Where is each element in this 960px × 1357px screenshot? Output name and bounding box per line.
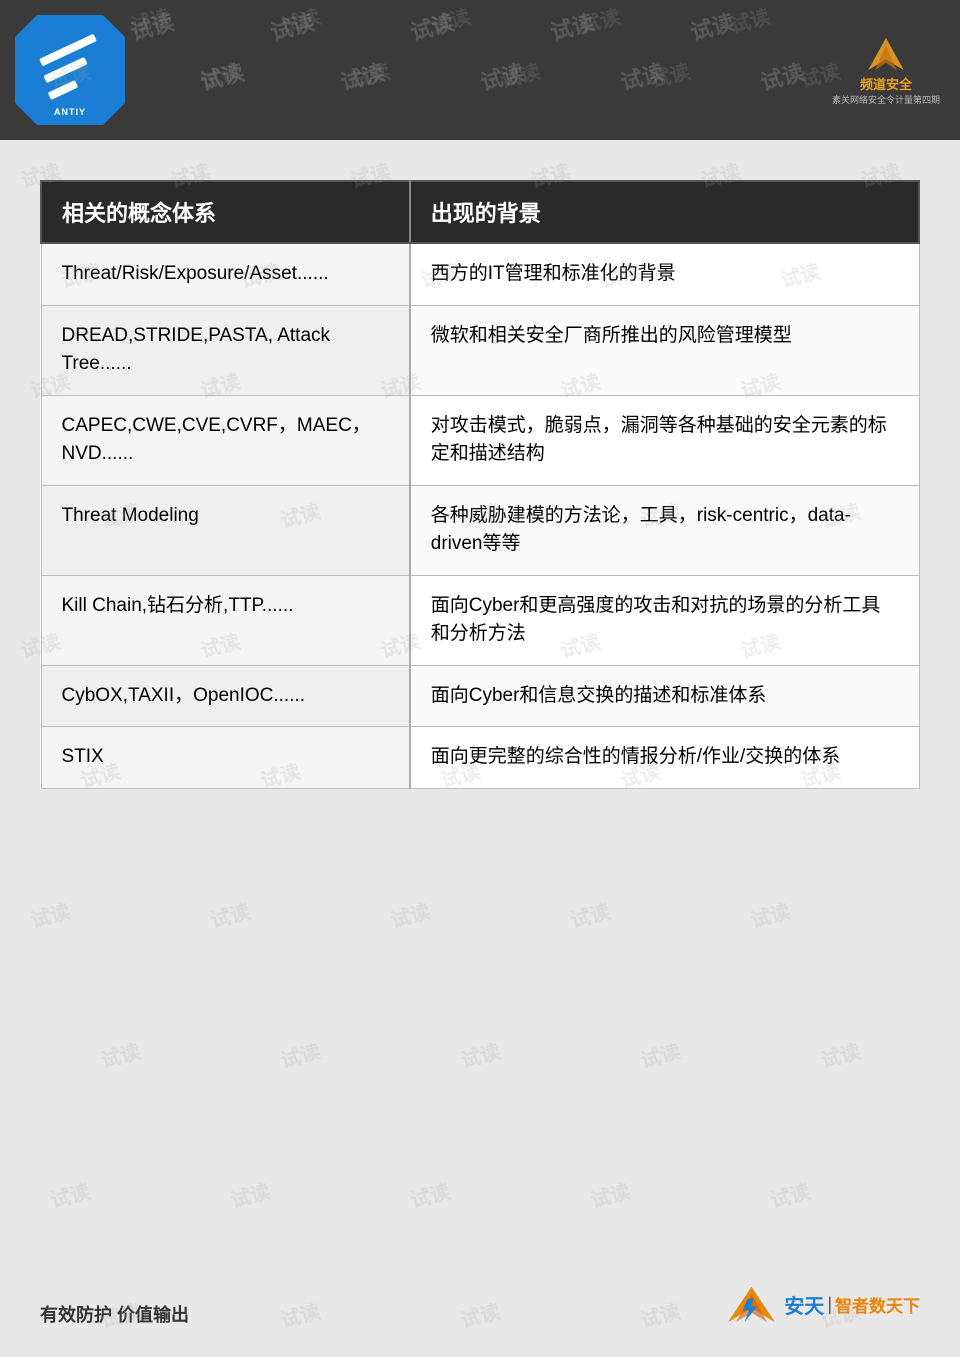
watermark-46: 试读 — [747, 895, 793, 933]
logo-graphic — [38, 38, 103, 103]
table-header-row: 相关的概念体系 出现的背景 — [41, 181, 919, 243]
footer-bird-icon — [724, 1282, 779, 1327]
logo-line-1 — [39, 33, 97, 66]
table-row: Kill Chain,钻石分析,TTP......面向Cyber和更高强度的攻击… — [41, 575, 919, 665]
watermark-42: 试读 — [27, 895, 73, 933]
footer-logo-box — [724, 1282, 779, 1327]
wm-h4: 试读 — [547, 5, 598, 47]
watermark-47: 试读 — [97, 1035, 143, 1073]
header-watermarks: 试读 试读 试读 试读 试读 试读 试读 试读 试读 试读 试读 — [0, 0, 960, 140]
main-content: 相关的概念体系 出现的背景 Threat/Risk/Exposure/Asset… — [0, 140, 960, 819]
wm-h11: 试读 — [757, 55, 808, 97]
concept-table: 相关的概念体系 出现的背景 Threat/Risk/Exposure/Asset… — [40, 180, 920, 789]
footer-slogan: 智者数天下 — [835, 1292, 920, 1317]
table-body: Threat/Risk/Exposure/Asset......西方的IT管理和… — [41, 243, 919, 788]
watermark-43: 试读 — [207, 895, 253, 933]
watermark-53: 试读 — [227, 1175, 273, 1213]
table-cell-right-2: 对攻击模式，脆弱点，漏洞等各种基础的安全元素的标定和描述结构 — [410, 395, 919, 485]
watermark-51: 试读 — [817, 1035, 863, 1073]
watermark-45: 试读 — [567, 895, 613, 933]
wm-h2: 试读 — [267, 5, 318, 47]
wm-h7: 试读 — [197, 55, 248, 97]
table-row: CybOX,TAXII，OpenIOC......面向Cyber和信息交换的描述… — [41, 665, 919, 727]
footer-brand-group: 安天 | 智者数天下 — [784, 1290, 920, 1319]
table-cell-left-6: STIX — [41, 727, 410, 789]
watermark-50: 试读 — [637, 1035, 683, 1073]
table-cell-left-2: CAPEC,CWE,CVE,CVRF，MAEC，NVD...... — [41, 395, 410, 485]
footer: 有效防护 价值输出 安天 | 智者数天下 — [40, 1282, 920, 1327]
col2-header: 出现的背景 — [410, 181, 919, 243]
wm-h3: 试读 — [407, 5, 458, 47]
table-row: Threat Modeling各种威胁建模的方法论，工具，risk-centri… — [41, 485, 919, 575]
table-cell-left-0: Threat/Risk/Exposure/Asset...... — [41, 243, 410, 305]
watermark-49: 试读 — [457, 1035, 503, 1073]
table-cell-right-5: 面向Cyber和信息交换的描述和标准体系 — [410, 665, 919, 727]
table-row: DREAD,STRIDE,PASTA, Attack Tree......微软和… — [41, 305, 919, 395]
table-cell-left-3: Threat Modeling — [41, 485, 410, 575]
table-cell-right-3: 各种威胁建模的方法论，工具，risk-centric，data-driven等等 — [410, 485, 919, 575]
right-brand-text: 频道安全 — [860, 74, 912, 93]
table-cell-left-1: DREAD,STRIDE,PASTA, Attack Tree...... — [41, 305, 410, 395]
watermark-52: 试读 — [47, 1175, 93, 1213]
antiy-logo: ANTIY — [15, 15, 125, 125]
wm-h5: 试读 — [687, 5, 738, 47]
table-cell-right-0: 西方的IT管理和标准化的背景 — [410, 243, 919, 305]
watermark-44: 试读 — [387, 895, 433, 933]
table-cell-right-6: 面向更完整的综合性的情报分析/作业/交换的体系 — [410, 727, 919, 789]
table-cell-right-1: 微软和相关安全厂商所推出的风险管理模型 — [410, 305, 919, 395]
wm-h9: 试读 — [477, 55, 528, 97]
watermark-48: 试读 — [277, 1035, 323, 1073]
table-row: Threat/Risk/Exposure/Asset......西方的IT管理和… — [41, 243, 919, 305]
header: ANTIY 试读 试读 试读 试读 试读 试读 试读 试读 试读 试读 试读 频… — [0, 0, 960, 140]
logo-line-3 — [47, 80, 78, 100]
watermark-55: 试读 — [587, 1175, 633, 1213]
col1-header: 相关的概念体系 — [41, 181, 410, 243]
table-row: STIX面向更完整的综合性的情报分析/作业/交换的体系 — [41, 727, 919, 789]
table-row: CAPEC,CWE,CVE,CVRF，MAEC，NVD......对攻击模式，脆… — [41, 395, 919, 485]
header-right-logo: 频道安全 素关网络安全令计量第四期 — [832, 34, 940, 106]
footer-left-text: 有效防护 价值输出 — [40, 1301, 189, 1327]
wm-h10: 试读 — [617, 55, 668, 97]
watermark-56: 试读 — [767, 1175, 813, 1213]
bird-icon — [861, 34, 911, 74]
logo-text: ANTIY — [54, 107, 86, 117]
table-cell-left-5: CybOX,TAXII，OpenIOC...... — [41, 665, 410, 727]
right-sub-text: 素关网络安全令计量第四期 — [832, 93, 940, 106]
footer-right: 安天 | 智者数天下 — [724, 1282, 920, 1327]
table-cell-right-4: 面向Cyber和更高强度的攻击和对抗的场景的分析工具和分析方法 — [410, 575, 919, 665]
table-cell-left-4: Kill Chain,钻石分析,TTP...... — [41, 575, 410, 665]
footer-brand: 安天 — [784, 1290, 824, 1319]
wm-h8: 试读 — [337, 55, 388, 97]
wm-h1: 试读 — [127, 5, 178, 47]
watermark-54: 试读 — [407, 1175, 453, 1213]
